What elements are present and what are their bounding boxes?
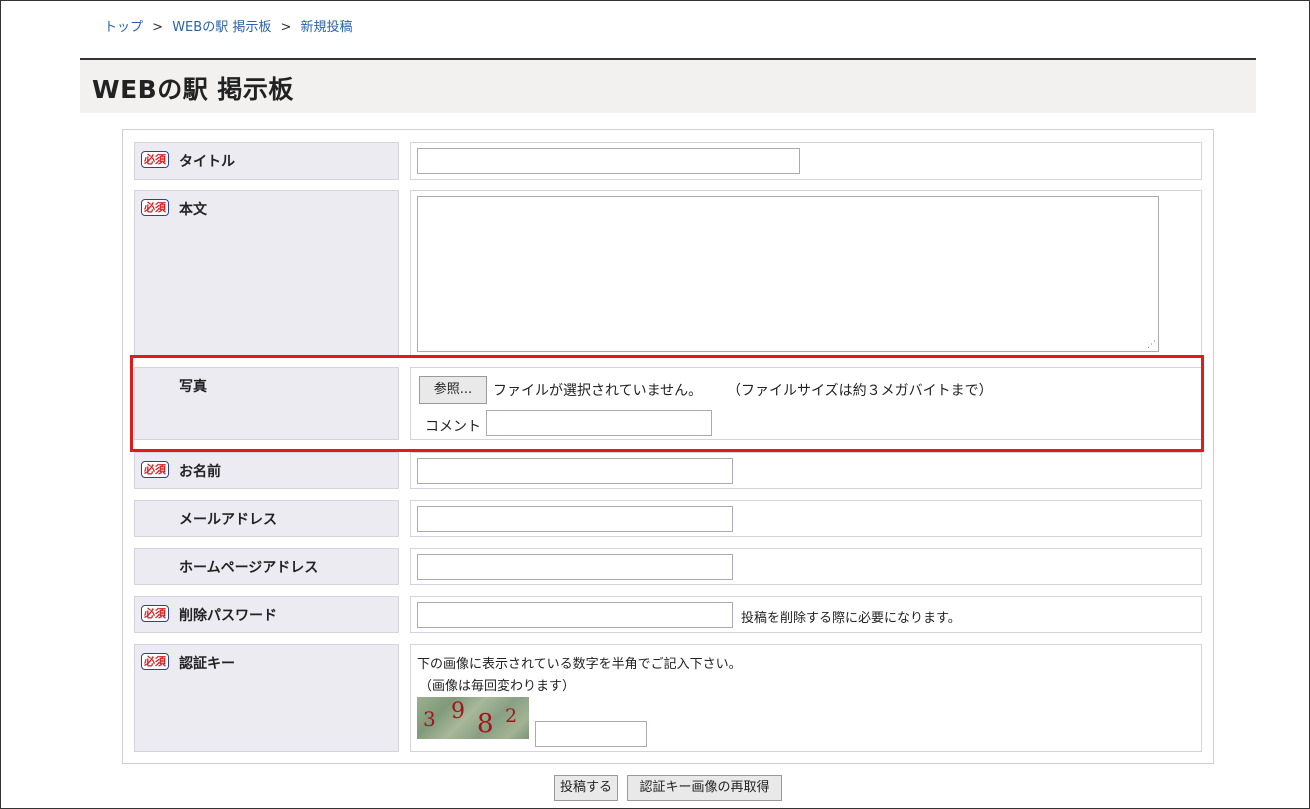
- file-status: ファイルが選択されていません。: [493, 383, 703, 399]
- breadcrumb-board[interactable]: WEBの駅 掲示板: [172, 20, 271, 35]
- label-title: 必須 タイトル: [134, 142, 399, 180]
- label-text: お名前: [179, 464, 221, 480]
- label-text: 認証キー: [179, 656, 235, 672]
- body-textarea[interactable]: ⋰: [417, 196, 1159, 352]
- field-title: [410, 142, 1202, 180]
- field-photo: 参照... ファイルが選択されていません。 （ファイルサイズは約３メガバイトまで…: [410, 367, 1202, 440]
- captcha-digit: 9: [451, 699, 465, 724]
- captcha-digit: 2: [505, 705, 518, 727]
- email-input[interactable]: [417, 506, 733, 532]
- captcha-instruction: 下の画像に表示されている数字を半角でご記入下さい。: [417, 657, 742, 672]
- field-body: ⋰: [410, 190, 1202, 357]
- field-auth-key: 下の画像に表示されている数字を半角でご記入下さい。 （画像は毎回変わります） 3…: [410, 644, 1202, 752]
- comment-label: コメント: [425, 419, 481, 435]
- breadcrumb-top[interactable]: トップ: [104, 20, 143, 35]
- name-input[interactable]: [417, 458, 733, 484]
- captcha-sub-instruction: （画像は毎回変わります）: [419, 679, 576, 694]
- label-text: 本文: [179, 202, 207, 218]
- field-email: [410, 500, 1202, 537]
- refresh-captcha-button[interactable]: 認証キー画像の再取得: [627, 775, 782, 801]
- breadcrumb-separator: >: [152, 20, 164, 35]
- label-text: 写真: [179, 379, 207, 395]
- title-input[interactable]: [417, 148, 800, 174]
- field-delete-password: 投稿を削除する際に必要になります。: [410, 596, 1202, 633]
- breadcrumb-separator: >: [280, 20, 292, 35]
- required-badge: 必須: [141, 461, 169, 478]
- homepage-input[interactable]: [417, 554, 733, 580]
- label-email: メールアドレス: [134, 500, 399, 537]
- label-homepage: ホームページアドレス: [134, 548, 399, 585]
- label-text: 削除パスワード: [179, 608, 277, 624]
- required-badge: 必須: [141, 605, 169, 622]
- auth-key-input[interactable]: [535, 721, 647, 747]
- breadcrumb-new-post[interactable]: 新規投稿: [301, 20, 353, 35]
- field-name: [410, 452, 1202, 489]
- photo-comment-input[interactable]: [486, 410, 712, 436]
- label-body: 必須 本文: [134, 190, 399, 357]
- page-title: WEBの駅 掲示板: [92, 75, 294, 104]
- label-text: タイトル: [179, 154, 235, 170]
- required-badge: 必須: [141, 199, 169, 216]
- field-homepage: [410, 548, 1202, 585]
- browse-file-button[interactable]: 参照...: [419, 376, 487, 404]
- required-badge: 必須: [141, 653, 169, 670]
- captcha-digit: 3: [423, 707, 436, 731]
- captcha-image: 3 9 8 2: [417, 697, 529, 739]
- captcha-digit: 8: [477, 709, 494, 739]
- label-text: ホームページアドレス: [179, 560, 319, 576]
- label-name: 必須 お名前: [134, 452, 399, 489]
- submit-button[interactable]: 投稿する: [554, 775, 618, 801]
- label-delete-password: 必須 削除パスワード: [134, 596, 399, 633]
- label-text: メールアドレス: [179, 512, 277, 528]
- resize-grip-icon[interactable]: ⋰: [1147, 341, 1156, 350]
- label-auth-key: 必須 認証キー: [134, 644, 399, 752]
- breadcrumb: トップ > WEBの駅 掲示板 > 新規投稿: [104, 16, 353, 35]
- required-badge: 必須: [141, 151, 169, 168]
- delete-password-input[interactable]: [417, 602, 733, 628]
- title-bar: WEBの駅 掲示板: [80, 58, 1256, 113]
- label-photo: 写真: [134, 367, 399, 440]
- file-size-note: （ファイルサイズは約３メガバイトまで）: [727, 383, 993, 399]
- delete-password-hint: 投稿を削除する際に必要になります。: [741, 611, 961, 626]
